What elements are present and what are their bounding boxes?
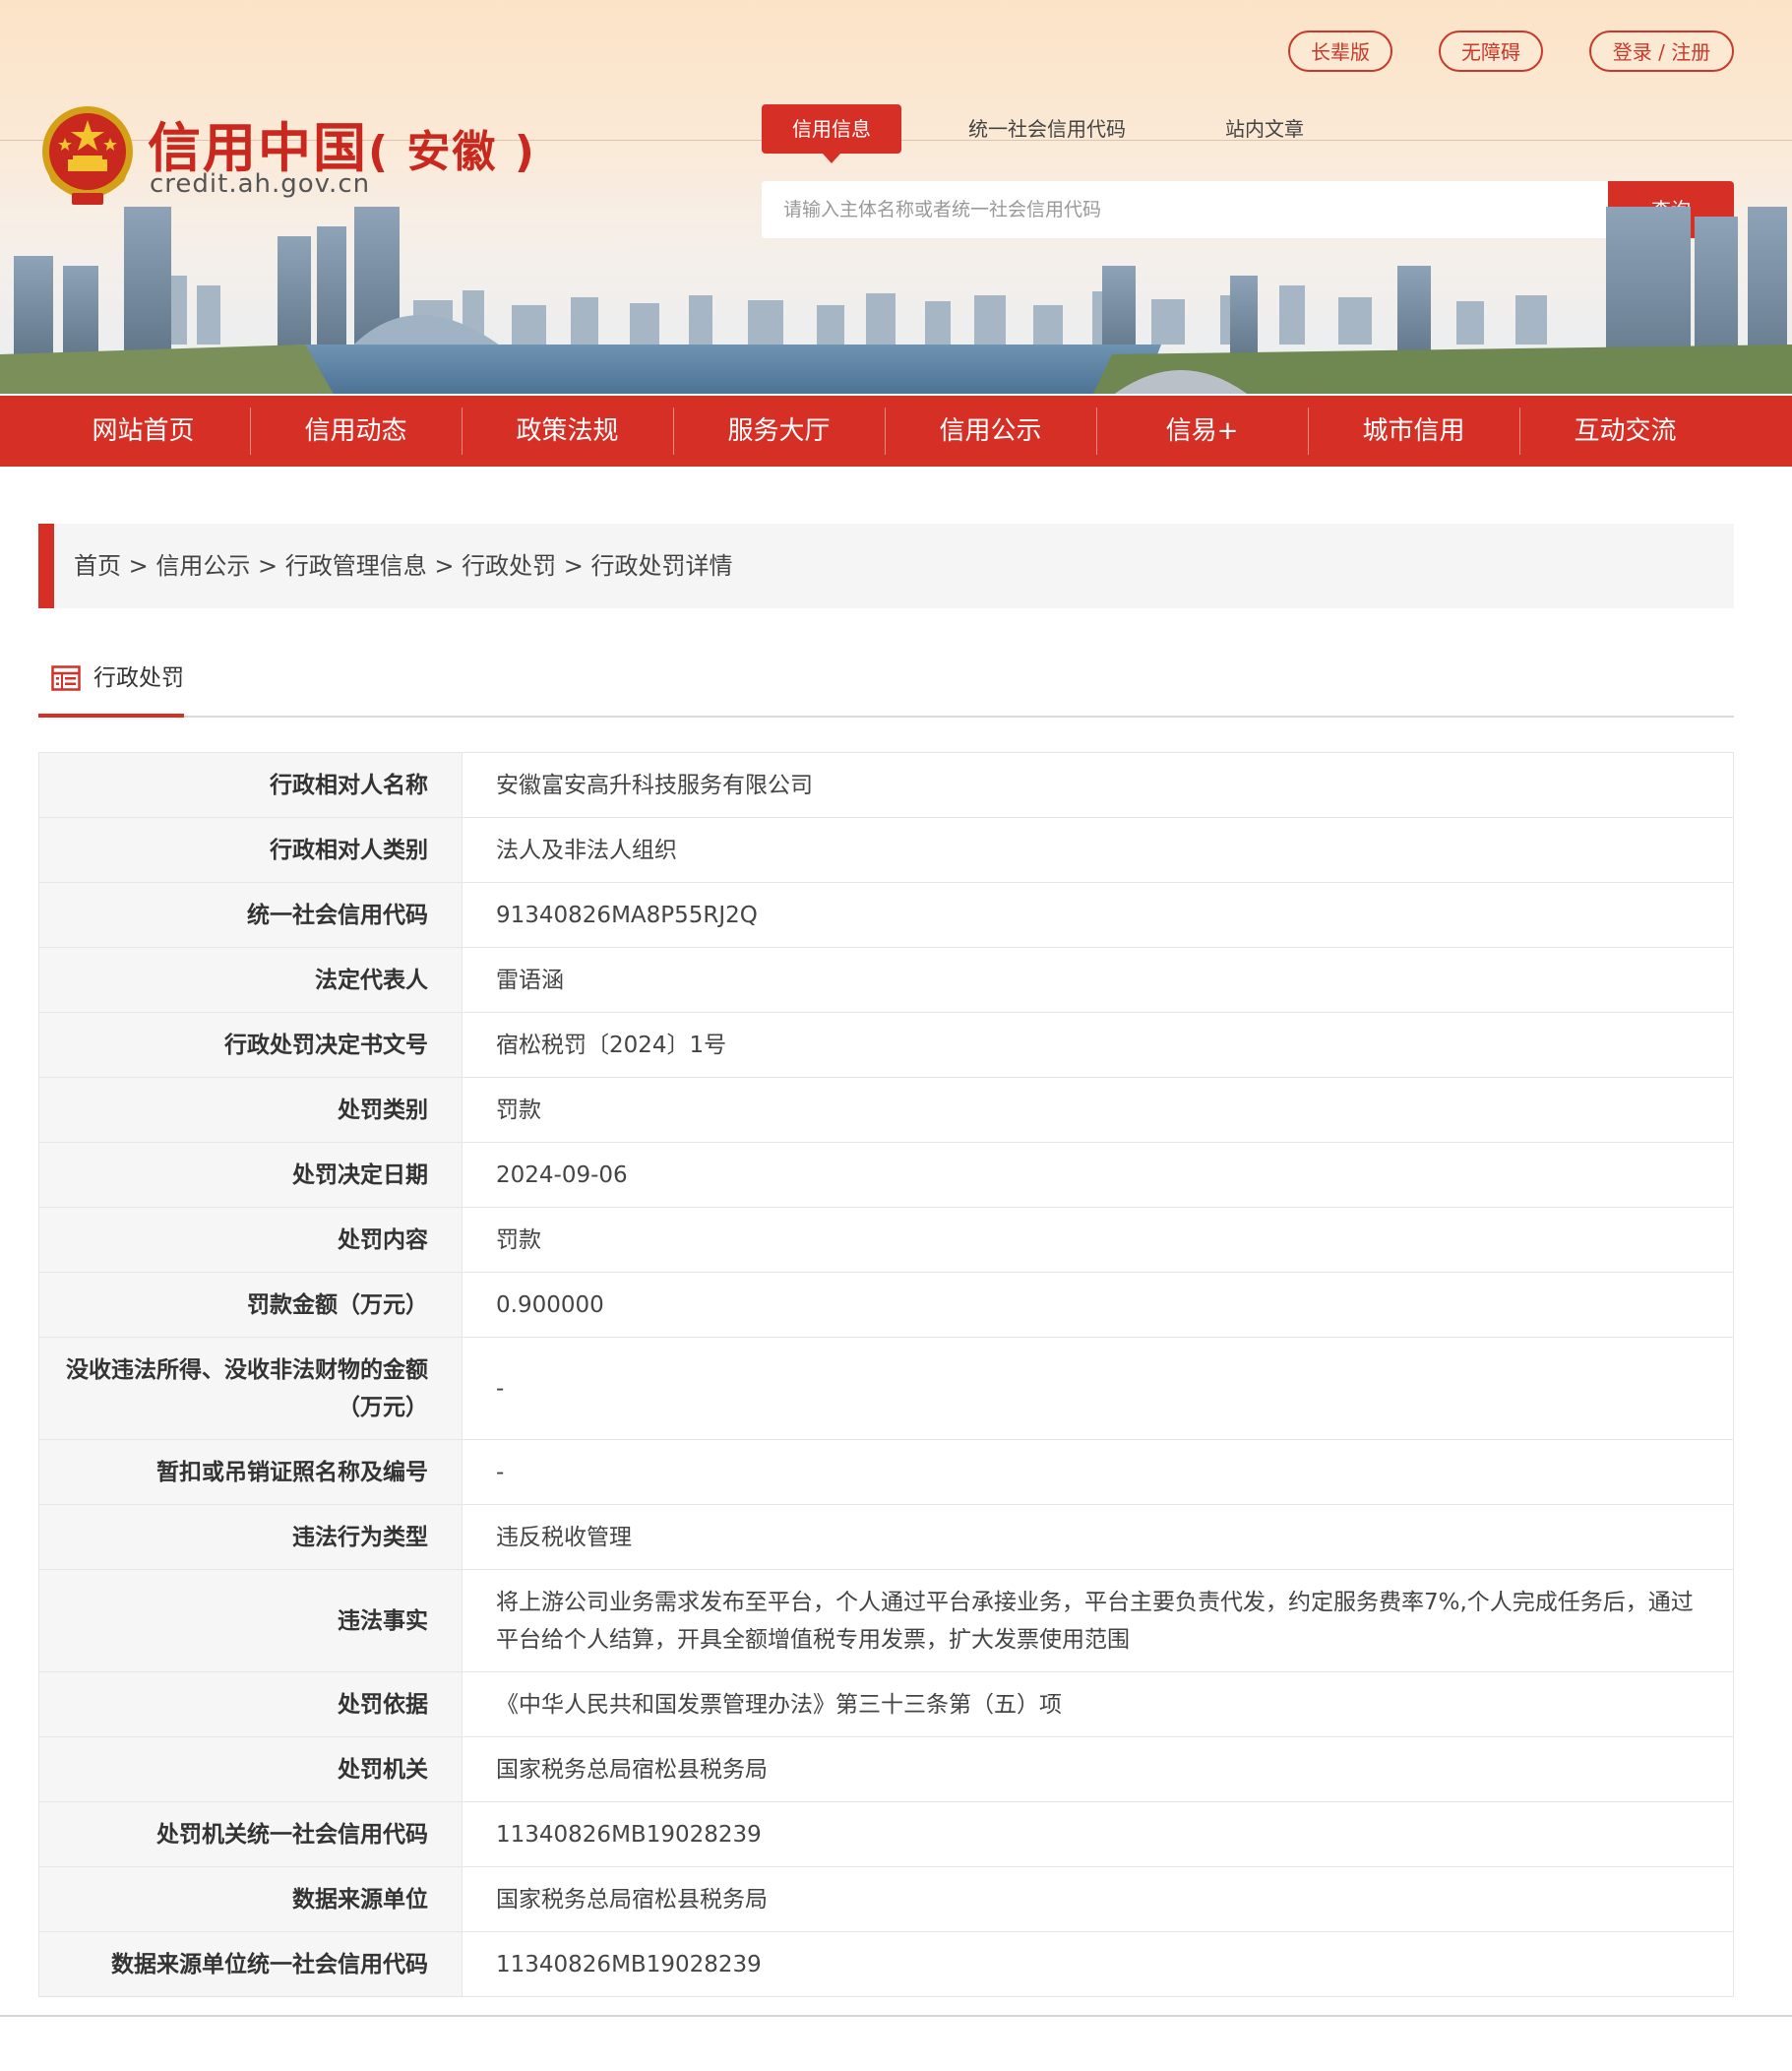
breadcrumb-accent bbox=[38, 524, 54, 608]
nav-city-credit[interactable]: 城市信用 bbox=[1308, 396, 1519, 467]
main-nav: 网站首页 信用动态 政策法规 服务大厅 信用公示 信易+ 城市信用 互动交流 bbox=[0, 396, 1792, 467]
field-label: 数据来源单位 bbox=[38, 1866, 463, 1932]
field-label: 违法事实 bbox=[38, 1569, 463, 1672]
nav-credit-public[interactable]: 信用公示 bbox=[885, 396, 1096, 467]
field-value: - bbox=[462, 1337, 1734, 1440]
tab-credit-code[interactable]: 统一社会信用代码 bbox=[953, 104, 1142, 154]
table-row: 处罚机关 国家税务总局宿松县税务局 bbox=[38, 1736, 1734, 1802]
tab-credit-info[interactable]: 信用信息 bbox=[762, 104, 901, 163]
field-value: 2024-09-06 bbox=[462, 1142, 1734, 1208]
field-label: 行政处罚决定书文号 bbox=[38, 1012, 463, 1078]
field-value: 0.900000 bbox=[462, 1272, 1734, 1338]
nav-service-hall[interactable]: 服务大厅 bbox=[673, 396, 885, 467]
table-row: 数据来源单位 国家税务总局宿松县税务局 bbox=[38, 1866, 1734, 1932]
table-row: 行政相对人类别 法人及非法人组织 bbox=[38, 817, 1734, 883]
login-register-button[interactable]: 登录 / 注册 bbox=[1589, 31, 1734, 72]
elder-mode-button[interactable]: 长辈版 bbox=[1288, 31, 1392, 72]
table-row: 处罚类别 罚款 bbox=[38, 1077, 1734, 1143]
field-value: 《中华人民共和国发票管理办法》第三十三条第（五）项 bbox=[462, 1671, 1734, 1737]
table-row: 违法行为类型 违反税收管理 bbox=[38, 1504, 1734, 1570]
field-label: 违法行为类型 bbox=[38, 1504, 463, 1570]
field-label: 处罚机关 bbox=[38, 1736, 463, 1802]
field-value: 11340826MB19028239 bbox=[462, 1801, 1734, 1867]
breadcrumb-text[interactable]: 首页 > 信用公示 > 行政管理信息 > 行政处罚 > 行政处罚详情 bbox=[74, 524, 732, 608]
field-label: 处罚类别 bbox=[38, 1077, 463, 1143]
field-label: 行政相对人名称 bbox=[38, 752, 463, 818]
field-value: - bbox=[462, 1439, 1734, 1505]
penalty-detail-table: 行政相对人名称 安徽富安高升科技服务有限公司 行政相对人类别 法人及非法人组织 统一社会… bbox=[38, 752, 1734, 1997]
field-value: 将上游公司业务需求发布至平台，个人通过平台承接业务，平台主要负责代发，约定服务费… bbox=[462, 1569, 1734, 1672]
table-row: 法定代表人 雷语涵 bbox=[38, 947, 1734, 1013]
nav-credit-news[interactable]: 信用动态 bbox=[250, 396, 462, 467]
accessibility-button[interactable]: 无障碍 bbox=[1439, 31, 1543, 72]
table-row: 行政相对人名称 安徽富安高升科技服务有限公司 bbox=[38, 752, 1734, 818]
field-value: 国家税务总局宿松县税务局 bbox=[462, 1736, 1734, 1802]
footer-divider bbox=[0, 2015, 1792, 2017]
nav-home[interactable]: 网站首页 bbox=[37, 396, 249, 467]
field-label: 法定代表人 bbox=[38, 947, 463, 1013]
field-value: 91340826MA8P55RJ2Q bbox=[462, 882, 1734, 948]
field-label: 处罚内容 bbox=[38, 1207, 463, 1273]
section-active-underline bbox=[38, 714, 184, 718]
table-row: 处罚内容 罚款 bbox=[38, 1207, 1734, 1273]
city-skyline-banner bbox=[0, 207, 1792, 394]
field-label: 数据来源单位统一社会信用代码 bbox=[38, 1931, 463, 1997]
table-row: 处罚决定日期 2024-09-06 bbox=[38, 1142, 1734, 1208]
field-label: 处罚决定日期 bbox=[38, 1142, 463, 1208]
nav-credit-easy[interactable]: 信易+ bbox=[1096, 396, 1308, 467]
section-divider bbox=[38, 716, 1734, 718]
nav-policy[interactable]: 政策法规 bbox=[462, 396, 673, 467]
field-label: 处罚依据 bbox=[38, 1671, 463, 1737]
breadcrumb: 首页 > 信用公示 > 行政管理信息 > 行政处罚 > 行政处罚详情 bbox=[38, 524, 1734, 608]
field-label: 行政相对人类别 bbox=[38, 817, 463, 883]
table-row: 没收违法所得、没收非法财物的金额（万元） - bbox=[38, 1337, 1734, 1440]
tab-site-articles[interactable]: 站内文章 bbox=[1203, 104, 1327, 154]
field-value: 国家税务总局宿松县税务局 bbox=[462, 1866, 1734, 1932]
field-value: 法人及非法人组织 bbox=[462, 817, 1734, 883]
site-title-suffix: ( 安徽 ) bbox=[368, 127, 536, 177]
table-row: 数据来源单位统一社会信用代码 11340826MB19028239 bbox=[38, 1931, 1734, 1997]
table-row: 罚款金额（万元） 0.900000 bbox=[38, 1272, 1734, 1338]
table-row: 违法事实 将上游公司业务需求发布至平台，个人通过平台承接业务，平台主要负责代发，约… bbox=[38, 1569, 1734, 1672]
field-value: 雷语涵 bbox=[462, 947, 1734, 1013]
field-value: 11340826MB19028239 bbox=[462, 1931, 1734, 1997]
table-row: 处罚机关统一社会信用代码 11340826MB19028239 bbox=[38, 1801, 1734, 1867]
field-value: 罚款 bbox=[462, 1077, 1734, 1143]
site-url: credit.ah.gov.cn bbox=[150, 169, 371, 199]
table-row: 处罚依据 《中华人民共和国发票管理办法》第三十三条第（五）项 bbox=[38, 1671, 1734, 1737]
national-emblem-icon bbox=[42, 106, 133, 205]
table-row: 暂扣或吊销证照名称及编号 - bbox=[38, 1439, 1734, 1505]
site-header: 长辈版 无障碍 登录 / 注册 信用中国( 安徽 ) credit.ah.gov… bbox=[0, 0, 1792, 394]
nav-interaction[interactable]: 互动交流 bbox=[1519, 396, 1731, 467]
table-row: 行政处罚决定书文号 宿松税罚〔2024〕1号 bbox=[38, 1012, 1734, 1078]
field-value: 宿松税罚〔2024〕1号 bbox=[462, 1012, 1734, 1078]
list-table-icon bbox=[51, 665, 81, 691]
field-label: 没收违法所得、没收非法财物的金额（万元） bbox=[38, 1337, 463, 1440]
field-value: 安徽富安高升科技服务有限公司 bbox=[462, 752, 1734, 818]
field-value: 罚款 bbox=[462, 1207, 1734, 1273]
table-row: 统一社会信用代码 91340826MA8P55RJ2Q bbox=[38, 882, 1734, 948]
field-label: 统一社会信用代码 bbox=[38, 882, 463, 948]
field-label: 暂扣或吊销证照名称及编号 bbox=[38, 1439, 463, 1505]
field-value: 违反税收管理 bbox=[462, 1504, 1734, 1570]
field-label: 处罚机关统一社会信用代码 bbox=[38, 1801, 463, 1867]
section-title[interactable]: 行政处罚 bbox=[93, 661, 184, 695]
field-label: 罚款金额（万元） bbox=[38, 1272, 463, 1338]
